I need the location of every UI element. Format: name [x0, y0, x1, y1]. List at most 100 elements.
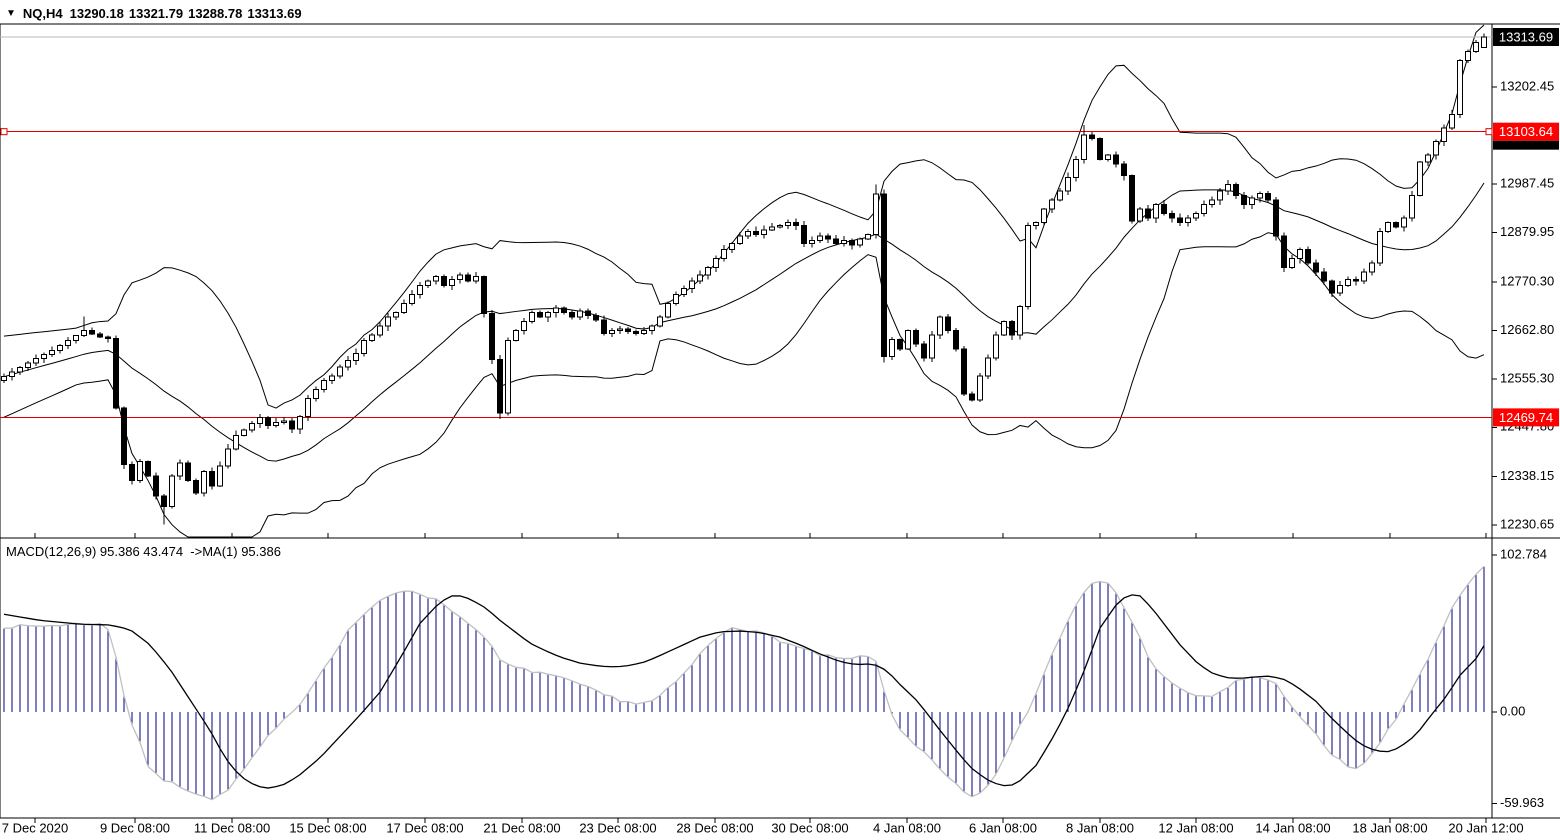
macd-indicator-label: MACD(12,26,9) 95.386 43.474 ->MA(1) 95.3… — [6, 544, 281, 559]
candle-body — [266, 417, 271, 425]
candle-body — [1050, 200, 1055, 209]
time-axis[interactable]: 7 Dec 20209 Dec 08:0011 Dec 08:0015 Dec … — [2, 533, 1524, 835]
candle-body — [618, 329, 623, 331]
candle-body — [858, 239, 863, 245]
candle-body — [794, 223, 799, 226]
candle-body — [1122, 164, 1127, 176]
candle-body — [722, 250, 727, 259]
candle-body — [1378, 232, 1383, 264]
candle-body — [1154, 205, 1159, 219]
candle-body — [274, 423, 279, 426]
candle-body — [74, 336, 79, 341]
candle-body — [602, 320, 607, 334]
time-tick-label: 28 Dec 08:00 — [676, 820, 753, 835]
candle-body — [1114, 155, 1119, 164]
candle-body — [1226, 185, 1231, 191]
candle-body — [1418, 162, 1423, 195]
time-tick-label: 17 Dec 08:00 — [386, 820, 463, 835]
candle-body — [754, 232, 759, 235]
candle-body — [1034, 223, 1039, 226]
candle-body — [1330, 281, 1335, 293]
candle-body — [810, 241, 815, 244]
candle-body — [1010, 322, 1015, 336]
candle-body — [50, 351, 55, 355]
candle-body — [914, 331, 919, 345]
candle-body — [522, 322, 527, 331]
macd-axis[interactable]: 102.7840.00-59.963 — [1492, 546, 1547, 810]
candle-body — [978, 376, 983, 400]
candle-body — [282, 421, 287, 423]
candle-body — [986, 358, 991, 376]
candle-body — [1346, 279, 1351, 285]
candle-body — [650, 326, 655, 331]
candle-body — [506, 341, 511, 413]
candle-body — [410, 295, 415, 304]
level-drag-handle[interactable] — [1486, 129, 1492, 135]
candle-body — [578, 311, 583, 317]
candle-body — [674, 295, 679, 304]
candle-body — [306, 398, 311, 416]
candle-body — [778, 225, 783, 227]
time-tick-label: 11 Dec 08:00 — [194, 820, 270, 835]
candle-body — [370, 335, 375, 340]
time-tick-label: 23 Dec 08:00 — [579, 820, 656, 835]
candle-body — [146, 461, 151, 475]
candle-body — [906, 331, 911, 349]
macd-signal-line — [4, 595, 1484, 788]
level-drag-handle[interactable] — [1, 129, 7, 135]
candle-body — [1058, 191, 1063, 200]
candle-body — [1482, 37, 1487, 48]
candle-body — [1146, 209, 1151, 218]
candle-body — [34, 359, 39, 364]
candle-body — [1306, 250, 1311, 264]
candle-body — [970, 394, 975, 400]
price-tick-label: 12662.80 — [1500, 322, 1554, 337]
candle-body — [346, 360, 351, 366]
candle-body — [1026, 225, 1031, 306]
candle-body — [930, 335, 935, 358]
candle-body — [1098, 139, 1103, 160]
candle-body — [802, 225, 807, 243]
candle-body — [1210, 200, 1215, 205]
time-tick-label: 20 Jan 12:00 — [1448, 820, 1523, 835]
candle-body — [938, 317, 943, 335]
time-tick-label: 18 Jan 08:00 — [1352, 820, 1427, 835]
candle-body — [1298, 250, 1303, 259]
candle-body — [1202, 205, 1207, 214]
candle-body — [394, 313, 399, 318]
candle-body — [866, 235, 871, 239]
candle-body — [122, 408, 127, 464]
candle-body — [250, 424, 255, 430]
candle-body — [1290, 259, 1295, 268]
candle-body — [58, 346, 63, 351]
price-tick-label: 12555.30 — [1500, 370, 1554, 385]
candle-body — [626, 329, 631, 332]
chart-canvas[interactable]: 13202.4512987.4512879.9512770.3012662.80… — [0, 0, 1560, 840]
candle-body — [202, 471, 207, 493]
candle-body — [610, 331, 615, 334]
price-tick-label: 12770.30 — [1500, 273, 1554, 288]
current-price-badge-text: 13313.69 — [1499, 29, 1553, 44]
candle-body — [586, 311, 591, 316]
candle-body — [1042, 209, 1047, 223]
candle-body — [330, 376, 335, 381]
candle-body — [418, 286, 423, 295]
candle-body — [842, 241, 847, 244]
candle-body — [1194, 214, 1199, 219]
candle-body — [850, 241, 855, 246]
candle-body — [666, 304, 671, 318]
candle-body — [1082, 135, 1087, 159]
candle-body — [746, 232, 751, 237]
candle-body — [338, 367, 343, 376]
candle-body — [1258, 194, 1263, 199]
candle-body — [1474, 42, 1479, 51]
candle-body — [714, 259, 719, 268]
candle-body — [874, 194, 879, 235]
candle-body — [882, 194, 887, 356]
time-tick-label: 15 Dec 08:00 — [289, 820, 366, 835]
price-axis[interactable]: 13202.4512987.4512879.9512770.3012662.80… — [1492, 28, 1559, 532]
candle-body — [762, 230, 767, 235]
macd-tick-label: 102.784 — [1500, 546, 1547, 561]
candle-body — [1178, 218, 1183, 223]
candle-body — [818, 236, 823, 241]
